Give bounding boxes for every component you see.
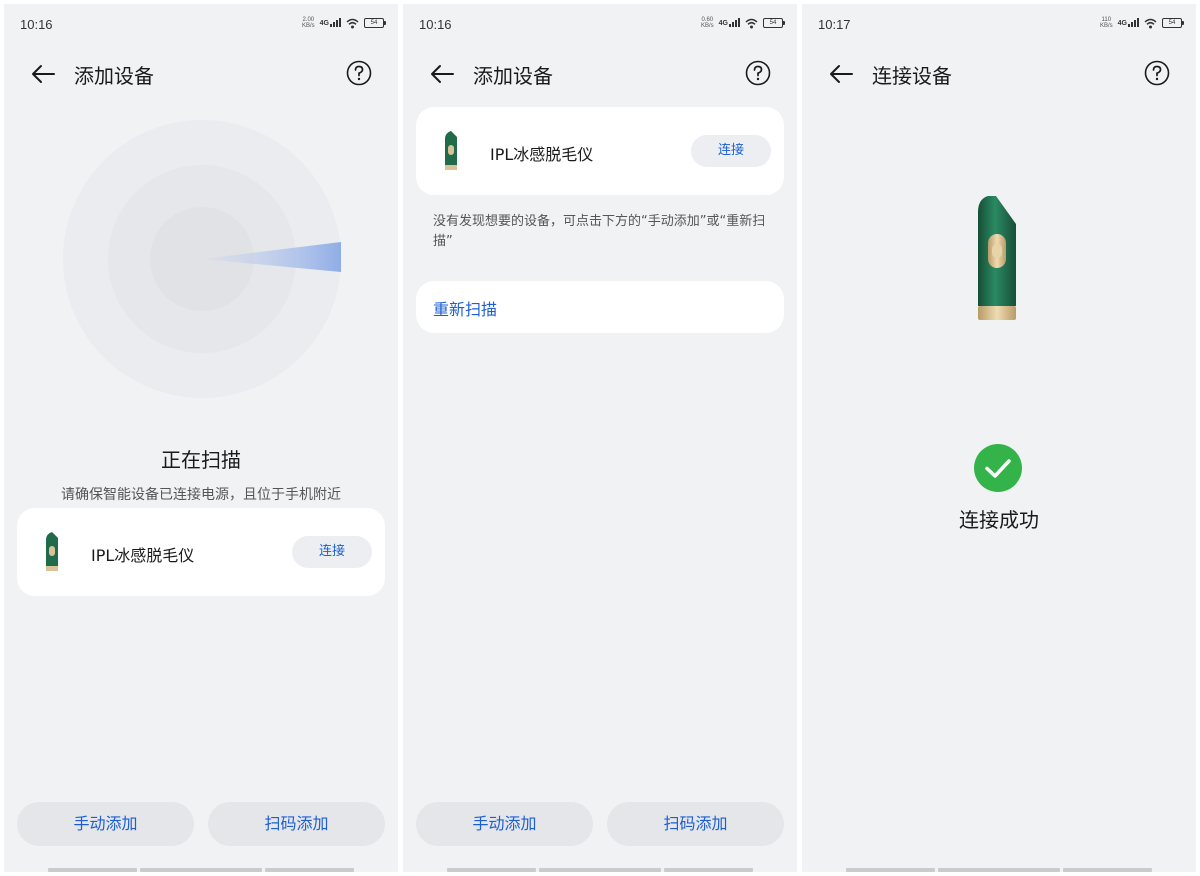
scan-code-add-button[interactable]: 扫码添加 xyxy=(208,802,385,846)
app-bar: 添加设备 xyxy=(4,54,398,94)
manual-add-button[interactable]: 手动添加 xyxy=(416,802,593,846)
screen-scan-result: 10:16 0.60 KB/s 4G 54 添加设备 IPL冰感脱毛仪 连接 没… xyxy=(403,4,797,872)
status-time: 10:16 xyxy=(419,17,452,32)
rescan-button[interactable]: 重新扫描 xyxy=(433,296,497,320)
status-icons: 2.00 KB/s 4G 54 xyxy=(301,17,386,29)
rescan-card[interactable]: 重新扫描 xyxy=(416,281,784,333)
page-title: 添加设备 xyxy=(74,64,154,88)
arrow-left-icon[interactable] xyxy=(828,62,854,86)
status-time: 10:17 xyxy=(818,17,851,32)
network-speed: 0.60 KB/s xyxy=(700,17,714,29)
app-bar: 连接设备 xyxy=(802,54,1196,94)
screen-connect-success: 10:17 110 KB/s 4G 54 连接设备 连接成功 xyxy=(802,4,1196,872)
wifi-icon xyxy=(1144,18,1157,28)
check-circle-icon xyxy=(974,444,1022,492)
wifi-icon xyxy=(745,18,758,28)
home-indicator xyxy=(48,868,354,872)
device-name: IPL冰感脱毛仪 xyxy=(91,546,195,565)
arrow-left-icon[interactable] xyxy=(429,62,455,86)
success-text: 连接成功 xyxy=(959,508,1039,532)
scan-title: 正在扫描 xyxy=(161,448,241,472)
network-speed: 110 KB/s xyxy=(1099,17,1113,29)
manual-add-button[interactable]: 手动添加 xyxy=(17,802,194,846)
bottom-actions: 手动添加 扫码添加 xyxy=(416,802,784,846)
battery-icon: 54 xyxy=(1162,18,1184,28)
help-circle-icon[interactable] xyxy=(1144,60,1170,86)
scan-code-add-button[interactable]: 扫码添加 xyxy=(607,802,784,846)
arrow-left-icon[interactable] xyxy=(30,62,56,86)
device-card[interactable]: IPL冰感脱毛仪 连接 xyxy=(17,508,385,596)
signal-icon: 4G xyxy=(719,17,740,27)
status-time: 10:16 xyxy=(20,17,53,32)
home-indicator xyxy=(846,868,1152,872)
app-bar: 添加设备 xyxy=(403,54,797,94)
help-circle-icon[interactable] xyxy=(745,60,771,86)
status-bar: 10:17 110 KB/s 4G 54 xyxy=(802,4,1196,44)
page-title: 连接设备 xyxy=(872,64,952,88)
connect-button[interactable]: 连接 xyxy=(292,536,372,568)
page-title: 添加设备 xyxy=(473,64,553,88)
network-speed: 2.00 KB/s xyxy=(301,17,315,29)
bottom-actions: 手动添加 扫码添加 xyxy=(17,802,385,846)
connect-button[interactable]: 连接 xyxy=(691,135,771,167)
radar-scan-animation xyxy=(63,120,341,398)
scan-hint: 请确保智能设备已连接电源，且位于手机附近 xyxy=(61,487,341,503)
device-card[interactable]: IPL冰感脱毛仪 连接 xyxy=(416,107,784,195)
battery-icon: 54 xyxy=(364,18,386,28)
status-bar: 10:16 2.00 KB/s 4G 54 xyxy=(4,4,398,44)
home-indicator xyxy=(447,868,753,872)
status-bar: 10:16 0.60 KB/s 4G 54 xyxy=(403,4,797,44)
screen-scanning: 10:16 2.00 KB/s 4G 54 添加设备 正在扫描 请确保智能设备已… xyxy=(4,4,398,872)
epilator-device-icon xyxy=(445,131,457,170)
signal-icon: 4G xyxy=(320,17,341,27)
status-icons: 0.60 KB/s 4G 54 xyxy=(700,17,785,29)
epilator-device-image xyxy=(978,196,1016,320)
help-circle-icon[interactable] xyxy=(346,60,372,86)
wifi-icon xyxy=(346,18,359,28)
not-found-hint: 没有发现想要的设备，可点击下方的“手动添加”或“重新扫描” xyxy=(433,214,766,249)
epilator-device-icon xyxy=(46,532,58,571)
device-name: IPL冰感脱毛仪 xyxy=(490,145,594,164)
battery-icon: 54 xyxy=(763,18,785,28)
status-icons: 110 KB/s 4G 54 xyxy=(1099,17,1184,29)
signal-icon: 4G xyxy=(1118,17,1139,27)
